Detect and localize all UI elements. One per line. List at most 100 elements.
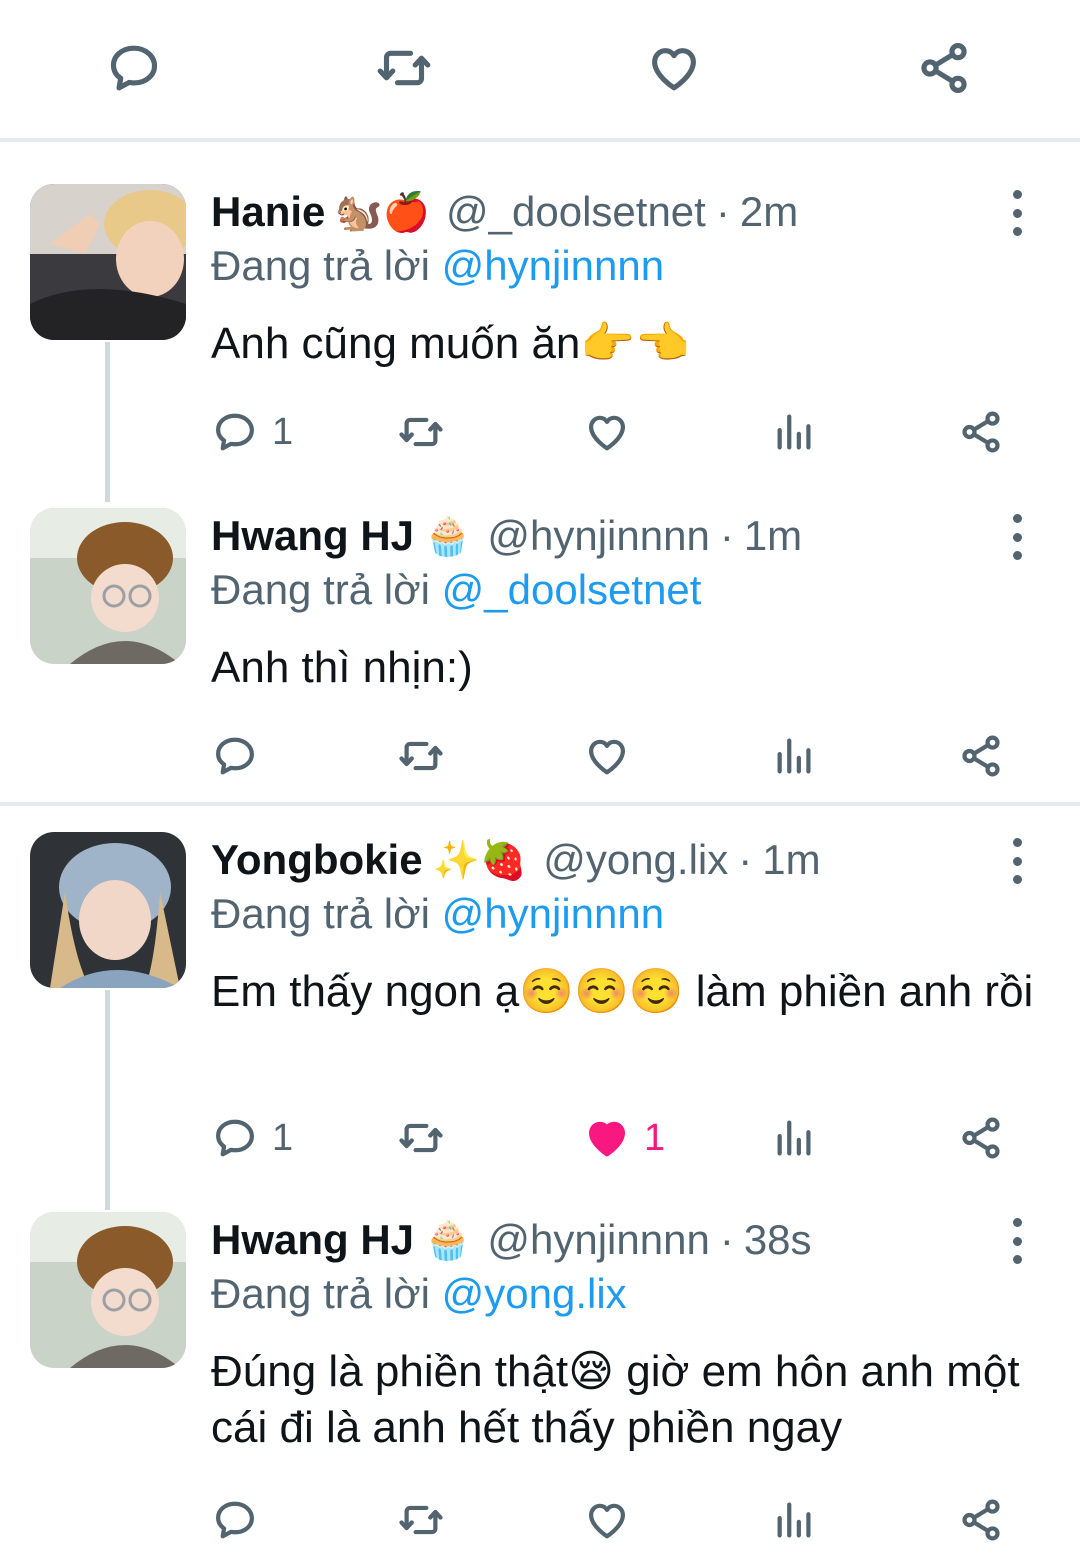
retweet-icon (399, 741, 443, 771)
mention-link[interactable]: @yong.lix (442, 1270, 627, 1317)
share-icon (962, 411, 1000, 453)
more-options-icon[interactable] (1002, 514, 1032, 560)
share-button[interactable] (958, 726, 1004, 786)
avatar[interactable] (30, 508, 186, 664)
divider (0, 138, 1080, 142)
tweet-text: Anh thì nhịn:) (211, 643, 473, 692)
analytics-button[interactable] (772, 1490, 818, 1550)
share-button[interactable] (916, 40, 972, 96)
replying-to: Đang trả lời @yong.lix (211, 1270, 627, 1318)
user-handle[interactable]: @yong.lix (543, 836, 728, 884)
retweet-icon (377, 50, 431, 86)
avatar[interactable] (30, 832, 186, 988)
separator: · (719, 512, 734, 559)
share-icon (921, 43, 967, 93)
analytics-button[interactable] (772, 1108, 818, 1168)
user-handle[interactable]: @_doolsetnet (446, 188, 706, 236)
avatar[interactable] (30, 184, 186, 340)
tweet-text: Anh cũng muốn ăn👉👈 (211, 319, 690, 368)
separator: · (738, 836, 753, 883)
tweet-actions: 1 1 (0, 1108, 1080, 1168)
heart-filled-icon (588, 1121, 626, 1157)
reply-button[interactable]: 1 (212, 1108, 293, 1168)
avatar[interactable] (30, 1212, 186, 1368)
display-name[interactable]: Yongbokie (211, 836, 423, 884)
reply-icon (110, 45, 158, 91)
more-options-icon[interactable] (1002, 838, 1032, 884)
tweet-header: Hwang HJ 🧁 @hynjinnnn · 38s (211, 1212, 812, 1268)
user-handle[interactable]: @hynjinnnn (487, 512, 709, 560)
name-emoji: 🧁 (424, 1217, 472, 1262)
more-options-icon[interactable] (1002, 1218, 1032, 1264)
name-emoji: 🐿️🍎 (335, 189, 431, 234)
like-button[interactable]: 1 (584, 1108, 665, 1168)
share-icon (962, 1117, 1000, 1159)
analytics-button[interactable] (772, 726, 818, 786)
reply-count: 1 (272, 1116, 294, 1159)
display-name[interactable]: Hwang HJ (211, 1216, 414, 1264)
divider (0, 802, 1080, 806)
heart-icon (588, 1503, 626, 1539)
display-name[interactable]: Hanie (211, 188, 325, 236)
reply-button[interactable]: 1 (212, 402, 293, 462)
avatar-photo (30, 832, 186, 988)
mention-link[interactable]: @hynjinnnn (442, 890, 664, 937)
thread-connector (105, 990, 110, 1210)
name-emoji: ✨🍓 (432, 837, 528, 882)
replying-to: Đang trả lời @_doolsetnet (211, 566, 701, 614)
retweet-button[interactable] (376, 40, 432, 96)
retweet-icon (399, 1123, 443, 1153)
analytics-icon (777, 1120, 811, 1156)
reply-icon (216, 737, 254, 775)
like-button[interactable] (584, 726, 630, 786)
more-options-icon[interactable] (1002, 190, 1032, 236)
reply-button[interactable] (212, 726, 258, 786)
share-button[interactable] (958, 1108, 1004, 1168)
heart-icon (652, 48, 696, 91)
retweet-icon (399, 417, 443, 447)
retweet-button[interactable] (398, 1108, 444, 1168)
mention-link[interactable]: @_doolsetnet (442, 566, 702, 613)
like-count: 1 (644, 1116, 666, 1159)
tweet-actions (0, 726, 1080, 786)
retweet-button[interactable] (398, 402, 444, 462)
retweet-button[interactable] (398, 1490, 444, 1550)
timestamp[interactable]: 1m (744, 512, 802, 560)
separator: · (715, 188, 730, 235)
display-name[interactable]: Hwang HJ (211, 512, 414, 560)
share-icon (962, 1499, 1000, 1541)
reply-button[interactable] (212, 1490, 258, 1550)
replying-to-label: Đang trả lời (211, 242, 430, 289)
replying-to-label: Đang trả lời (211, 566, 430, 613)
share-icon (962, 735, 1000, 777)
timestamp[interactable]: 38s (744, 1216, 812, 1264)
like-button[interactable] (646, 40, 702, 96)
replying-to-label: Đang trả lời (211, 890, 430, 937)
retweet-button[interactable] (398, 726, 444, 786)
timestamp[interactable]: 2m (740, 188, 798, 236)
analytics-button[interactable] (772, 402, 818, 462)
analytics-icon (777, 414, 811, 450)
share-button[interactable] (958, 1490, 1004, 1550)
top-action-bar (0, 0, 1080, 138)
mention-link[interactable]: @hynjinnnn (442, 242, 664, 289)
like-button[interactable] (584, 1490, 630, 1550)
like-button[interactable] (584, 402, 630, 462)
replying-to-label: Đang trả lời (211, 1270, 430, 1317)
heart-icon (588, 415, 626, 451)
reply-count: 1 (272, 410, 294, 453)
heart-icon (588, 739, 626, 775)
share-button[interactable] (958, 402, 1004, 462)
avatar-photo (30, 1212, 186, 1368)
name-emoji: 🧁 (424, 513, 472, 558)
retweet-icon (399, 1505, 443, 1535)
reply-button[interactable] (106, 40, 162, 96)
analytics-icon (777, 738, 811, 774)
tweet-header: Hwang HJ 🧁 @hynjinnnn · 1m (211, 508, 802, 564)
separator: · (719, 1216, 734, 1263)
tweet-header: Hanie 🐿️🍎 @_doolsetnet · 2m (211, 184, 798, 240)
user-handle[interactable]: @hynjinnnn (487, 1216, 709, 1264)
timestamp[interactable]: 1m (762, 836, 820, 884)
avatar-photo (30, 508, 186, 664)
tweet-actions: 1 (0, 402, 1080, 462)
